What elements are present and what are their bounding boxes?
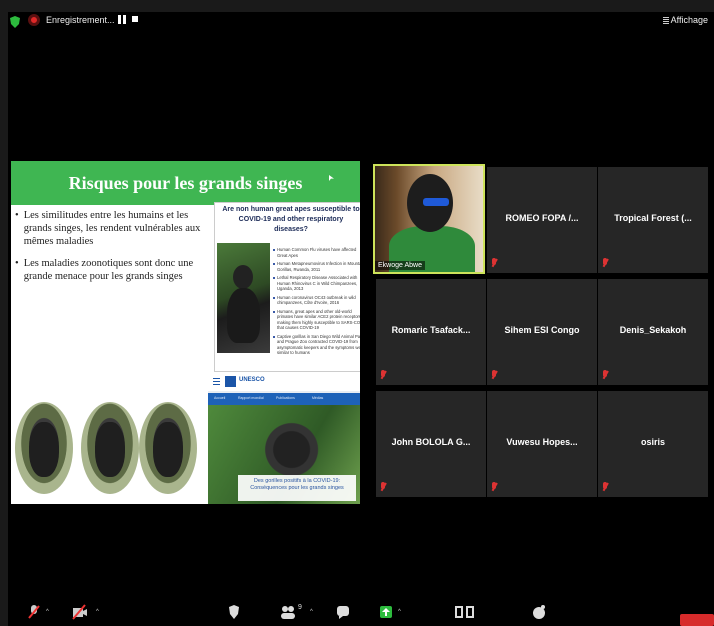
participant-tile[interactable]: ROMEO FOPA /... [487,167,597,273]
pause-share-icon[interactable] [454,604,476,620]
end-meeting-button[interactable] [680,614,714,626]
mic-muted-icon [491,370,497,379]
pause-recording-icon[interactable] [118,15,126,24]
article-question: Are non human great apes susceptible to … [222,206,360,233]
nav-item: Accueil [214,396,226,400]
unesco-name: UNESCO [239,377,265,383]
participant-name: John BOLOLA G... [391,437,471,447]
article-item: Lethal Respiratory Disease Associated wi… [273,275,360,292]
mic-muted-icon [602,482,608,491]
article-item: Human coronavirus OC43 outbreak in wild … [273,295,360,306]
unesco-logo [225,376,236,387]
participants-count: 9 [298,604,302,611]
gorilla-photo [217,243,270,353]
glasses [423,198,449,206]
article-item: Human Common Flu viruses have affected G… [273,247,360,258]
participant-tile[interactable]: Vuwesu Hopes... [487,391,597,497]
shared-screen-slide: Risques pour les grands singes • Les simi… [11,161,360,504]
bullet-text: Les similitudes entre les humains et les… [23,210,201,247]
participant-name: Tropical Forest (... [614,213,692,223]
participants-caret-icon[interactable]: ^ [310,609,313,615]
mic-muted-icon [380,482,386,491]
view-button-label: Affichage [670,15,708,25]
participant-name: Romaric Tsafack... [391,325,471,335]
article-panel: Are non human great apes susceptible to … [214,202,360,372]
unesco-caption: Des gorilles positifs à la COVID-19: Con… [238,475,356,501]
slide-bullets: • Les similitudes entre les humains et le… [15,209,210,292]
reactions-icon[interactable] [532,604,546,620]
audio-options-caret-icon[interactable]: ^ [46,609,49,615]
bullet-item: • Les similitudes entre les humains et le… [15,209,210,248]
participant-tile[interactable]: Sihem ESI Congo [487,279,597,385]
gorilla-circle-photo [15,402,73,494]
gorilla-circle-photo [139,402,197,494]
article-item: Captive gorillas in San Diego Wild Anima… [273,334,360,356]
article-item: Human Metapneumovirus Infection in Mount… [273,261,360,272]
participant-tile[interactable]: Romaric Tsafack... [376,279,486,385]
mic-muted-icon [380,370,386,379]
unesco-nav: Accueil Rapport mondial Publications Méd… [208,393,360,405]
participant-name: ROMEO FOPA /... [505,213,579,223]
share-caret-icon[interactable]: ^ [398,609,401,615]
nav-item: Médias [312,396,324,400]
security-shield-icon[interactable] [10,16,20,28]
participants-icon[interactable] [280,604,296,620]
video-off-icon[interactable] [72,604,88,620]
participant-video-tile[interactable]: Ekwoge Abwe [373,164,485,274]
mic-muted-icon [491,258,497,267]
nav-item: Rapport mondial [238,396,264,400]
participant-name: Ekwoge Abwe [375,261,425,270]
mic-muted-icon [602,258,608,267]
slide-title: Risques pour les grands singes [11,161,360,205]
mic-muted-icon [602,370,608,379]
gorilla-circle-photo [81,402,139,494]
participant-name: osiris [640,437,665,447]
recording-label: Enregistrement... [46,15,115,25]
participant-tile[interactable]: Denis_Sekakoh [598,279,708,385]
participant-tile[interactable]: John BOLOLA G... [376,391,486,497]
chat-icon[interactable] [336,604,350,620]
meeting-toolbar: ^ ^ 9 ^ ^ [8,600,714,626]
participant-name: Vuwesu Hopes... [506,437,578,447]
view-button[interactable]: Affichage [662,15,708,25]
recording-dot-icon [28,14,40,26]
participant-name: Sihem ESI Congo [504,325,580,335]
security-icon[interactable] [228,604,240,620]
article-list: Human Common Flu viruses have affected G… [273,247,360,359]
participant-tile[interactable]: osiris [598,391,708,497]
stop-recording-icon[interactable] [132,16,138,22]
microphone-muted-icon[interactable] [28,604,40,620]
bullet-item: • Les maladies zoonotiques sont donc une … [15,257,210,283]
mic-muted-icon [491,482,497,491]
nav-item: Publications [276,396,295,400]
participant-tile[interactable]: Tropical Forest (... [598,167,708,273]
view-grid-icon [662,16,669,24]
video-options-caret-icon[interactable]: ^ [96,609,99,615]
bullet-text: Les maladies zoonotiques sont donc une g… [23,258,194,282]
menu-icon [213,378,220,385]
participant-name: Denis_Sekakoh [619,325,687,335]
share-screen-icon[interactable] [380,604,392,620]
article-item: Humans, great apes and other old-world p… [273,309,360,331]
unesco-webpage: UNESCO Accueil Rapport mondial Publicati… [208,373,360,504]
